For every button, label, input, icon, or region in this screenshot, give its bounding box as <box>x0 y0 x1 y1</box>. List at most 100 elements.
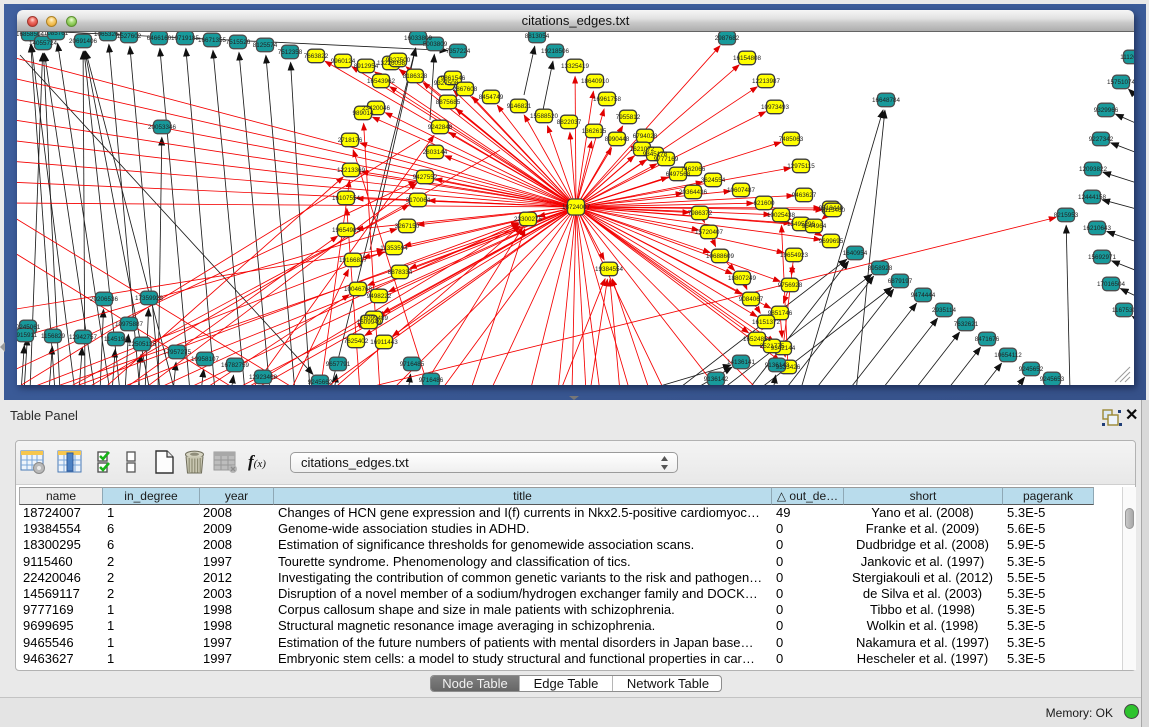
svg-text:20364436: 20364436 <box>679 189 708 196</box>
svg-text:8813054: 8813054 <box>525 33 550 40</box>
svg-text:7625402: 7625402 <box>344 338 369 345</box>
svg-text:9327500: 9327500 <box>386 57 411 64</box>
svg-text:16961758: 16961758 <box>593 96 622 103</box>
svg-text:18807249: 18807249 <box>728 275 757 282</box>
svg-text:10719185: 10719185 <box>171 35 200 42</box>
svg-text:9960124: 9960124 <box>331 58 356 65</box>
svg-text:2803144: 2803144 <box>423 149 448 156</box>
svg-text:9716486: 9716486 <box>419 377 444 384</box>
svg-text:7515526: 7515526 <box>226 39 251 46</box>
svg-text:10607487: 10607487 <box>727 187 756 194</box>
svg-text:14136141: 14136141 <box>727 359 756 366</box>
svg-text:9644964: 9644964 <box>802 223 827 230</box>
svg-text:5003809: 5003809 <box>423 41 448 48</box>
svg-text:9329966: 9329966 <box>1094 107 1119 114</box>
svg-text:9242848: 9242848 <box>428 124 453 131</box>
svg-text:9777169: 9777169 <box>654 156 679 163</box>
svg-text:9498222: 9498222 <box>367 293 392 300</box>
svg-text:1156829: 1156829 <box>41 333 66 340</box>
svg-text:9245652: 9245652 <box>1019 366 1044 373</box>
svg-text:8878334: 8878334 <box>388 269 413 276</box>
svg-text:7955812: 7955812 <box>616 114 641 121</box>
svg-text:19654923: 19654923 <box>780 252 809 259</box>
svg-text:1640954: 1640954 <box>843 250 868 257</box>
svg-text:9474444: 9474444 <box>911 292 936 299</box>
svg-text:7632621: 7632621 <box>954 321 979 328</box>
svg-text:8822037: 8822037 <box>557 119 582 126</box>
svg-text:1609949: 1609949 <box>357 319 382 326</box>
svg-text:19654983: 19654983 <box>332 227 361 234</box>
svg-text:10025438: 10025438 <box>767 212 796 219</box>
svg-text:8990448: 8990448 <box>605 136 630 143</box>
svg-text:12213987: 12213987 <box>752 78 781 85</box>
svg-text:9463627: 9463627 <box>792 192 817 199</box>
svg-text:12093822: 12093822 <box>1079 166 1108 173</box>
svg-text:9245662: 9245662 <box>308 379 333 385</box>
svg-text:9657791: 9657791 <box>326 361 351 368</box>
svg-text:1085761: 1085761 <box>44 32 69 37</box>
svg-text:3624554: 3624554 <box>701 177 726 184</box>
svg-text:6879197: 6879197 <box>888 278 913 285</box>
svg-text:2987682: 2987682 <box>715 35 740 42</box>
svg-text:9084067: 9084067 <box>739 296 764 303</box>
svg-text:8186328: 8186328 <box>403 73 428 80</box>
svg-text:6497568: 6497568 <box>666 171 691 178</box>
svg-text:9136143: 9136143 <box>765 362 790 369</box>
svg-text:9427552: 9427552 <box>413 174 438 181</box>
svg-text:10654112: 10654112 <box>994 352 1022 359</box>
svg-text:9245653: 9245653 <box>1040 376 1065 383</box>
svg-text:12942757: 12942757 <box>69 334 98 341</box>
svg-text:8471676: 8471676 <box>975 336 1000 343</box>
svg-text:7357224: 7357224 <box>446 48 471 55</box>
svg-text:8215953: 8215953 <box>1054 212 1079 219</box>
svg-text:17359928: 17359928 <box>135 295 164 302</box>
svg-text:621600: 621600 <box>753 200 775 207</box>
svg-text:12213369: 12213369 <box>337 167 366 174</box>
svg-text:2867608: 2867608 <box>453 86 478 93</box>
svg-text:23300275: 23300275 <box>514 216 543 223</box>
svg-text:11353594: 11353594 <box>380 245 408 252</box>
svg-text:12444158: 12444158 <box>1078 194 1107 201</box>
svg-text:7512358: 7512358 <box>278 49 303 56</box>
svg-text:9245061: 9245061 <box>17 324 41 331</box>
svg-text:10688609: 10688609 <box>706 253 735 260</box>
svg-text:9756928: 9756928 <box>778 282 803 289</box>
svg-text:9716485: 9716485 <box>400 361 425 368</box>
svg-text:8454749: 8454749 <box>479 94 504 101</box>
svg-text:15751074: 15751074 <box>1107 79 1134 86</box>
svg-text:16210643: 16210643 <box>1083 225 1112 232</box>
svg-text:10958107: 10958107 <box>191 356 220 363</box>
svg-text:16858504: 16858504 <box>17 32 44 38</box>
svg-text:3170064: 3170064 <box>406 197 431 204</box>
svg-text:15588520: 15588520 <box>530 113 559 120</box>
svg-text:17016504: 17016504 <box>1097 281 1126 288</box>
svg-text:16524851: 16524851 <box>743 336 772 343</box>
svg-text:9227342: 9227342 <box>1089 136 1114 143</box>
svg-text:1527602: 1527602 <box>117 33 142 40</box>
svg-text:15720407: 15720407 <box>695 229 724 236</box>
svg-text:3915911: 3915911 <box>17 332 38 339</box>
svg-text:8875685: 8875685 <box>436 99 461 106</box>
svg-text:19218506: 19218506 <box>541 48 570 55</box>
svg-text:18724007: 18724007 <box>562 204 591 211</box>
svg-text:9861546: 9861546 <box>441 75 466 82</box>
svg-text:1167530: 1167530 <box>1112 307 1134 314</box>
svg-text:10973493: 10973493 <box>761 104 790 111</box>
svg-text:9699695: 9699695 <box>819 238 844 245</box>
svg-text:16782759: 16782759 <box>221 362 250 369</box>
svg-text:18640910: 18640910 <box>581 78 610 85</box>
svg-text:6466160: 6466160 <box>147 35 172 42</box>
svg-text:10975887: 10975887 <box>115 321 144 328</box>
svg-text:2521775: 2521775 <box>760 343 785 350</box>
svg-text:9146821: 9146821 <box>507 103 532 110</box>
svg-text:7485063: 7485063 <box>779 136 804 143</box>
svg-text:16154808: 16154808 <box>733 55 762 62</box>
svg-text:12975115: 12975115 <box>787 163 815 170</box>
svg-text:7663822: 7663822 <box>304 53 329 60</box>
svg-text:20053346: 20053346 <box>148 124 177 131</box>
svg-text:10046768: 10046768 <box>344 286 373 293</box>
svg-text:989014: 989014 <box>352 110 374 117</box>
svg-text:16648784: 16648784 <box>872 97 901 104</box>
svg-text:20691406: 20691406 <box>69 38 98 45</box>
svg-text:17957275: 17957275 <box>163 349 192 356</box>
